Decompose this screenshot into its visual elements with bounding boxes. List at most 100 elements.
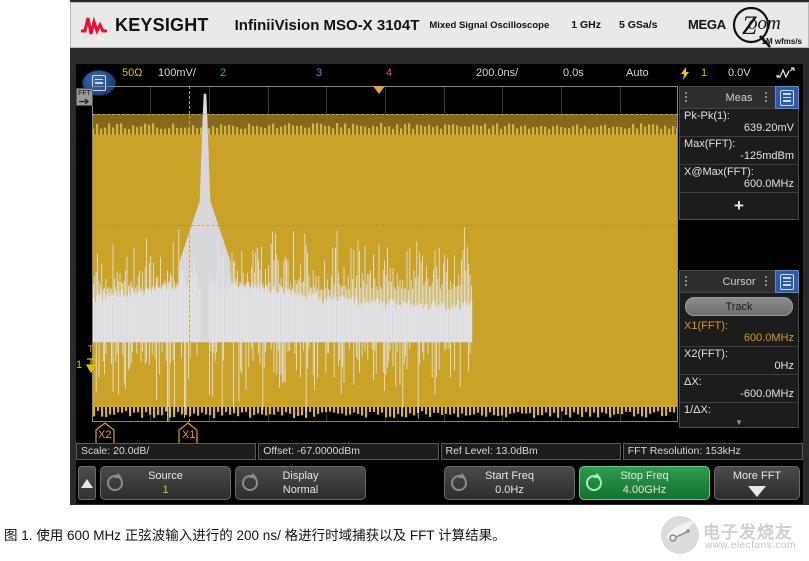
menu-lines-icon	[780, 90, 794, 106]
softkey-source[interactable]: Source 1	[100, 466, 231, 500]
screenshot-root: KEYSIGHT InfiniiVision MSO-X 3104T Mixed…	[0, 0, 809, 561]
measurement-label: Max(FFT):	[684, 138, 794, 150]
menu-lines-icon	[780, 274, 794, 290]
measurement-row[interactable]: Max(FFT): -125mdBm	[680, 137, 798, 165]
measurement-panel-title: Meas	[726, 92, 753, 104]
oscilloscope-screen: 50Ω 100mV/ 2 3 4 200.0ns/ 0.0s Auto 1 0.…	[76, 64, 803, 504]
megazoom-mega-text: MEGA	[688, 17, 726, 32]
fft-offset-info: Offset: -67.0000dBm	[258, 443, 438, 460]
cursor-x1-line[interactable]	[189, 86, 190, 422]
channel-1-ground-marker[interactable]: 1	[76, 354, 97, 376]
trigger-mode-label[interactable]: Auto	[626, 67, 649, 79]
softkey-display-value: Normal	[283, 483, 318, 497]
fft-marker-label: FFT	[78, 90, 91, 97]
softkey-stop-freq-value: 4.00GHz	[623, 483, 666, 497]
scope-top-settings-bar: 50Ω 100mV/ 2 3 4 200.0ns/ 0.0s Auto 1 0.…	[76, 64, 803, 86]
trigger-level-label[interactable]: 0.0V	[728, 67, 751, 79]
megazoom-oom-text: oom	[748, 13, 781, 35]
measurement-row[interactable]: Pk-Pk(1): 639.20mV	[680, 109, 798, 137]
measurement-label: Pk-Pk(1):	[684, 110, 794, 122]
cursor-x1-label: X1	[182, 429, 195, 441]
softkey-more-fft-label: More FFT	[733, 469, 781, 483]
measurement-row[interactable]: X@Max(FFT): 600.0MHz	[680, 165, 798, 193]
softkey-display[interactable]: Display Normal	[235, 466, 366, 500]
trigger-position-marker[interactable]	[373, 86, 385, 94]
cursor-value: 600.0MHz	[684, 332, 794, 344]
softkey-more-fft[interactable]: More FFT	[714, 466, 800, 500]
bandwidth-spec: 1 GHz	[571, 19, 601, 31]
cursor-panel: Cursor Track X1(FFT): 600.0MHz X2(FFT): …	[679, 270, 799, 428]
measurement-panel: Meas Pk-Pk(1): 639.20mV Max(FFT): -125md…	[679, 86, 799, 220]
timebase-label[interactable]: 200.0ns/	[476, 67, 518, 79]
impedance-label[interactable]: 50Ω	[122, 67, 142, 79]
panel-grip-left-icon	[685, 276, 688, 287]
fft-info-strip: Scale: 20.0dB/ Offset: -67.0000dBm Ref L…	[76, 443, 803, 460]
softkey-start-freq-label: Start Freq	[485, 469, 534, 483]
softkey-stop-freq[interactable]: Stop Freq 4.00GHz	[579, 466, 710, 500]
softkey-stop-freq-label: Stop Freq	[620, 469, 668, 483]
megazoom-rate-text: 1M wfms/s	[762, 37, 802, 46]
cursor-x1-marker[interactable]: X1	[177, 422, 201, 442]
trigger-edge-icon[interactable]	[679, 67, 691, 83]
offset-line	[92, 225, 678, 226]
softkey-row: Source 1 Display Normal Start Freq 0.0Hz…	[76, 462, 803, 504]
brand-name: KEYSIGHT	[115, 15, 209, 36]
trigger-t-marker: T	[88, 344, 94, 354]
chevron-down-icon[interactable]: ▾	[680, 418, 798, 427]
measurement-panel-menu-icon[interactable]	[775, 86, 799, 109]
model-name: InfiniiVision MSO-X 3104T	[235, 17, 420, 34]
knob-icon	[107, 475, 123, 491]
cursor-panel-header: Cursor	[680, 271, 798, 293]
delay-label[interactable]: 0.0s	[563, 67, 584, 79]
softkey-source-label: Source	[148, 469, 183, 483]
panel-grip-left-icon	[685, 92, 688, 103]
softkey-start-freq-value: 0.0Hz	[495, 483, 524, 497]
channel-1-marker-label: 1	[76, 359, 82, 371]
knob-icon	[586, 475, 602, 491]
cursor-label: X2(FFT):	[684, 348, 794, 360]
cursor-mode-button[interactable]: Track	[685, 297, 793, 316]
measurement-value: -125mdBm	[684, 150, 794, 162]
cursor-row[interactable]: X2(FFT): 0Hz	[680, 347, 798, 375]
softkey-source-value: 1	[162, 483, 168, 497]
figure-caption: 图 1. 使用 600 MHz 正弦波输入进行的 200 ns/ 格进行时域捕获…	[4, 524, 704, 544]
softkey-start-freq[interactable]: Start Freq 0.0Hz	[444, 466, 575, 500]
brand-header: KEYSIGHT InfiniiVision MSO-X 3104T Mixed…	[70, 2, 809, 48]
page-left-margin	[0, 0, 70, 505]
graticule-border	[92, 86, 678, 422]
measurement-label: X@Max(FFT):	[684, 166, 794, 178]
up-arrow-icon	[81, 479, 93, 488]
softkey-page-up-button[interactable]	[78, 466, 96, 500]
cursor-value: 0Hz	[684, 360, 794, 372]
channel-4-label[interactable]: 4	[386, 67, 392, 79]
elecfans-logo-icon	[661, 516, 699, 554]
cursor-panel-menu-icon[interactable]	[775, 270, 799, 293]
knob-icon	[242, 475, 258, 491]
cursor-x2-marker[interactable]: X2	[94, 422, 118, 442]
cursor-row[interactable]: 1/ΔX:	[680, 403, 798, 418]
vertical-scale-label[interactable]: 100mV/	[158, 67, 196, 79]
channel-2-label[interactable]: 2	[220, 67, 226, 79]
trigger-source-label[interactable]: 1	[701, 67, 707, 79]
cursor-label: 1/ΔX:	[684, 404, 794, 416]
product-description: Mixed Signal Oscilloscope	[429, 20, 549, 31]
measurement-panel-header: Meas	[680, 87, 798, 109]
cursor-label: ΔX:	[684, 376, 794, 388]
down-arrow-icon	[748, 486, 766, 497]
cursor-row[interactable]: ΔX: -600.0MHz	[680, 375, 798, 403]
fft-ref-level-info: Ref Level: 13.0dBm	[441, 443, 621, 460]
cursor-panel-title: Cursor	[722, 276, 755, 288]
cursor-value: -600.0MHz	[684, 388, 794, 400]
add-measurement-button[interactable]: +	[680, 193, 798, 219]
panel-grip-right-icon	[765, 276, 768, 287]
ref-level-line	[92, 114, 678, 115]
cursor-row[interactable]: X1(FFT): 600.0MHz	[680, 319, 798, 347]
fft-resolution-info: FFT Resolution: 153kHz	[623, 443, 803, 460]
keysight-waveform-icon	[79, 12, 113, 38]
elecfans-watermark-url: www.elecfans.com	[705, 540, 796, 551]
channel-3-label[interactable]: 3	[316, 67, 322, 79]
cursor-label: X1(FFT):	[684, 320, 794, 332]
fft-math-marker[interactable]: FFT	[76, 88, 93, 106]
acquisition-icon[interactable]	[776, 67, 796, 83]
fft-scale-info: Scale: 20.0dB/	[76, 443, 256, 460]
